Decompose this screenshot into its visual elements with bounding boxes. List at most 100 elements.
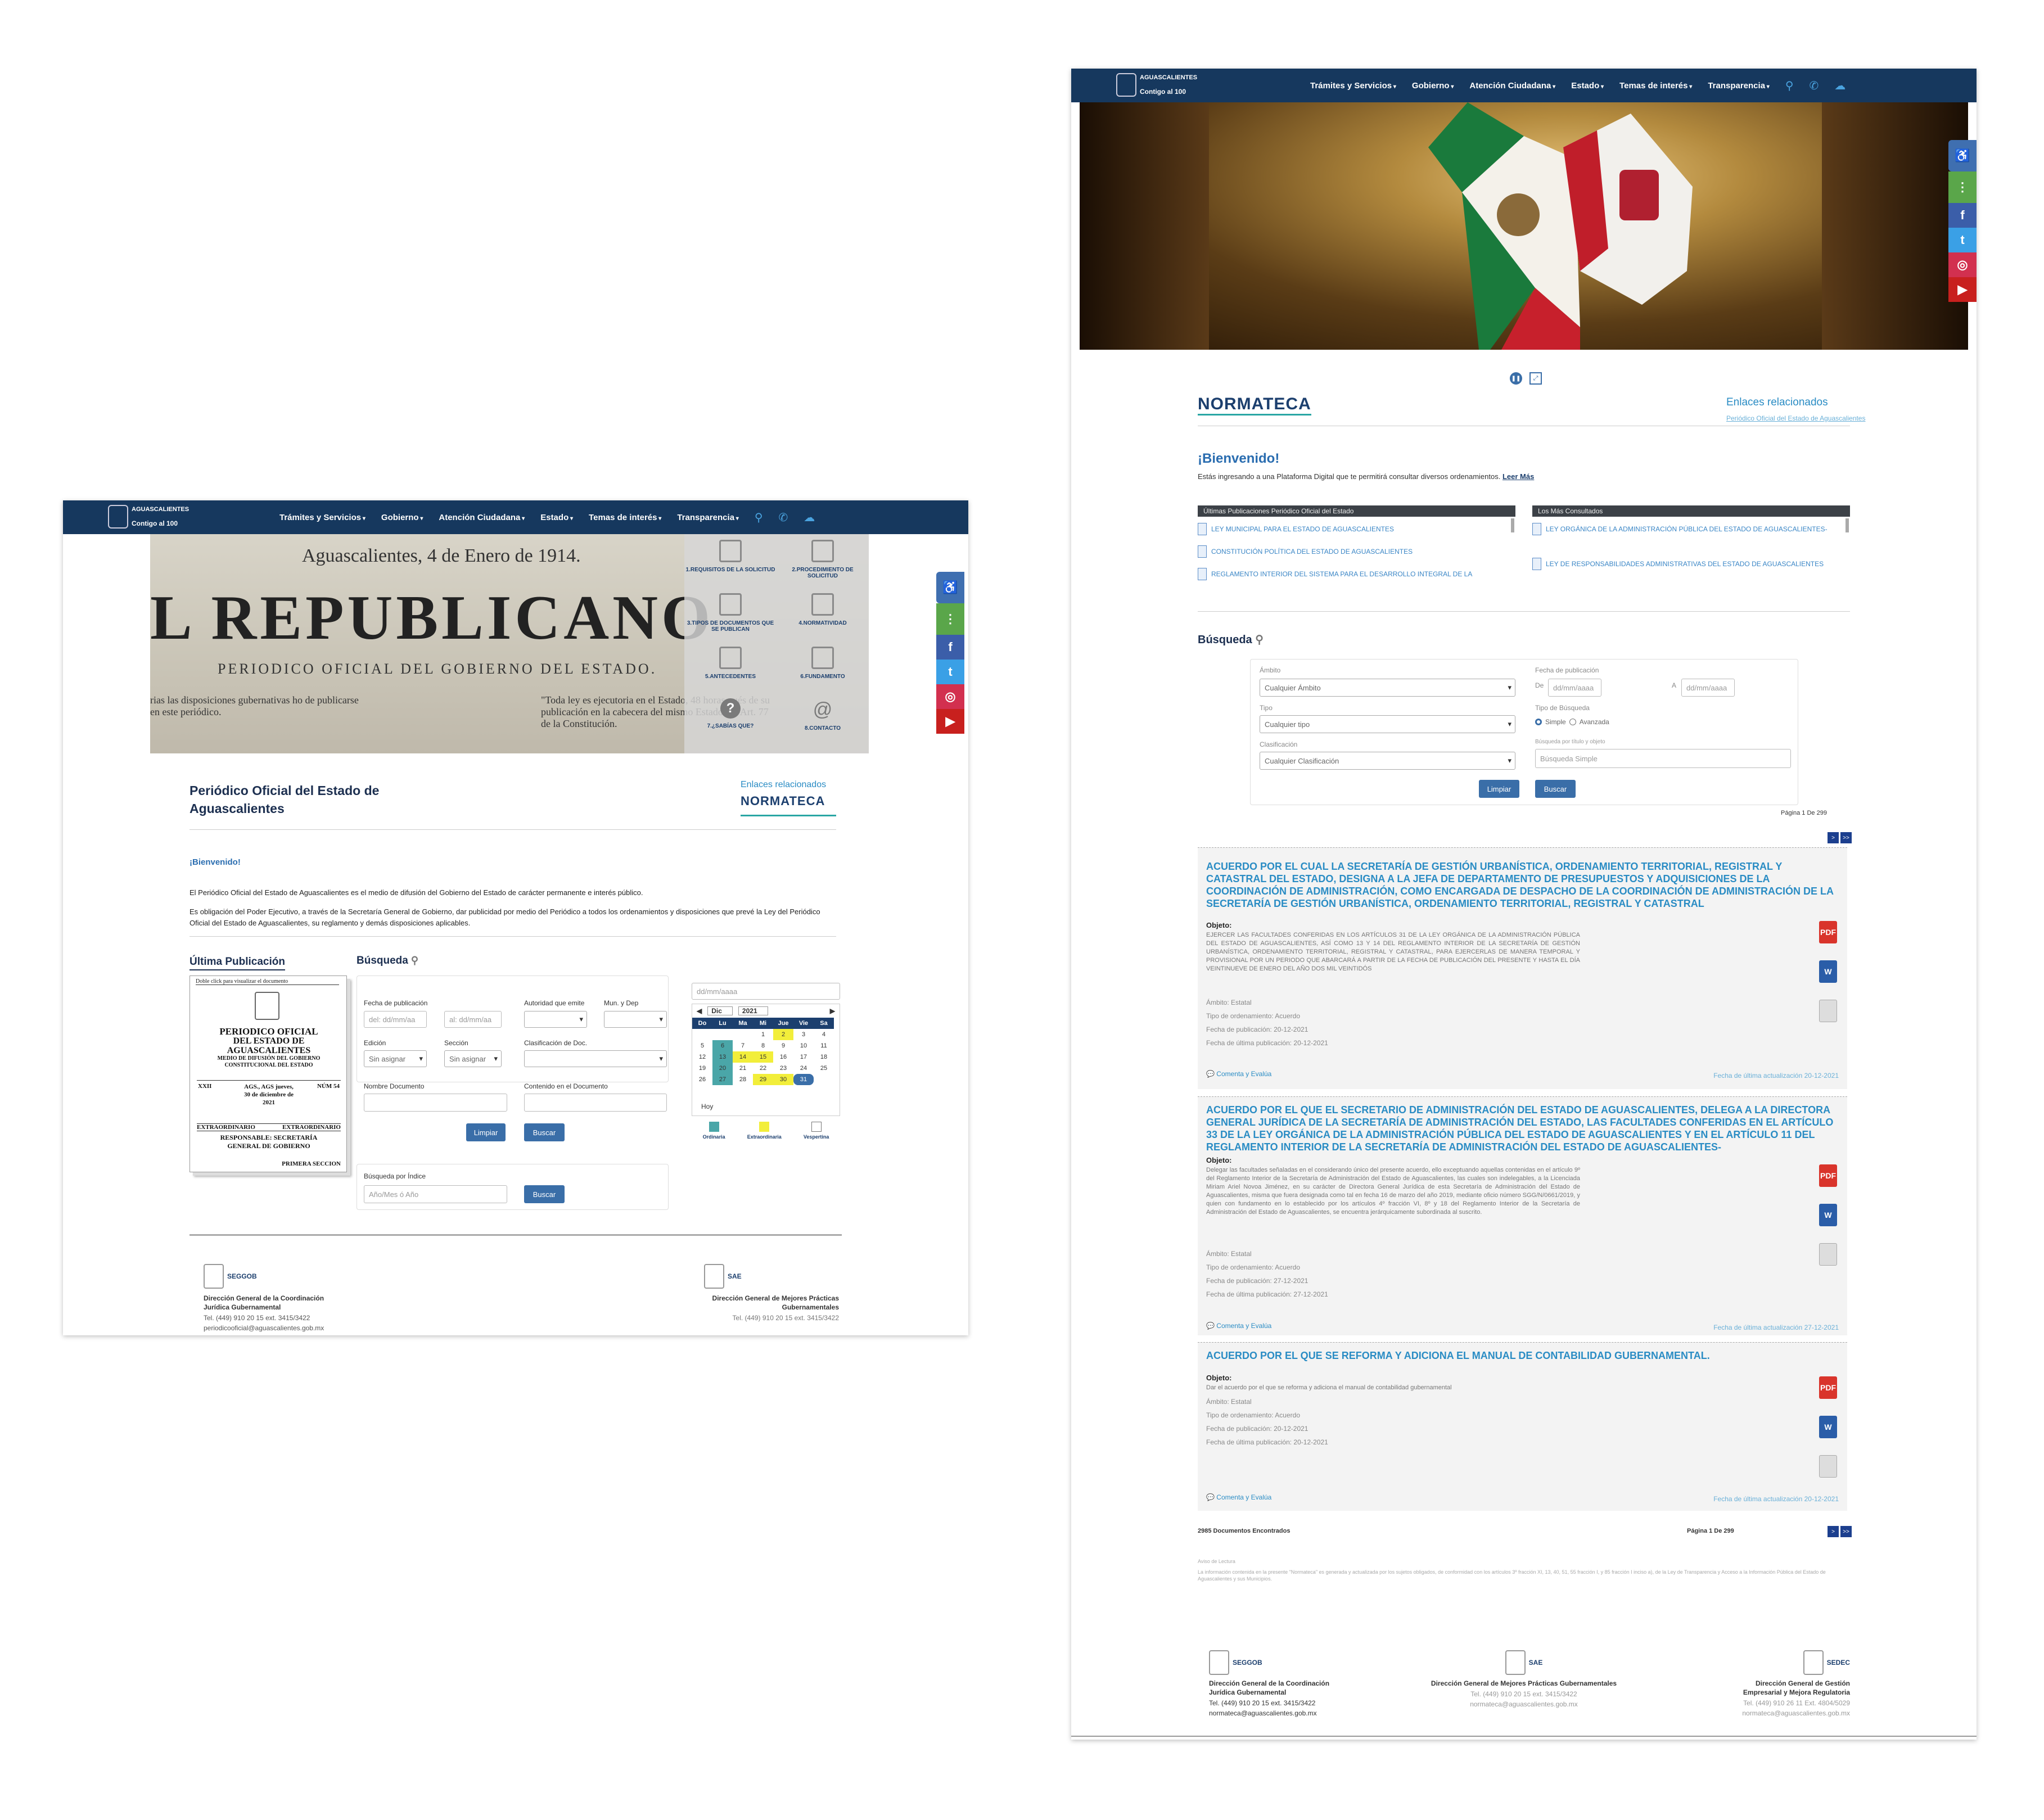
calendar-day[interactable]: 17 <box>793 1051 814 1063</box>
nav-temas[interactable]: Temas de interés <box>1619 81 1692 91</box>
last-page-icon[interactable]: >> <box>1840 1526 1852 1537</box>
calendar-day[interactable]: 26 <box>692 1074 712 1085</box>
normateca-link[interactable]: NORMATECA <box>741 794 836 816</box>
footer-mail[interactable]: normateca@aguascalientes.gob.mx <box>1723 1709 1850 1717</box>
tile-requisitos[interactable]: 1.REQUISITOS DE LA SOLICITUD <box>684 540 777 593</box>
clear-button[interactable]: Limpiar <box>1479 780 1519 798</box>
nav-tramites[interactable]: Trámites y Servicios <box>279 513 366 522</box>
calendar-day[interactable]: 18 <box>814 1051 834 1063</box>
radio-simple[interactable] <box>1535 719 1542 725</box>
chat-icon[interactable]: ☁ <box>1834 79 1846 93</box>
contenido-input[interactable] <box>524 1094 667 1112</box>
chat-icon[interactable]: ☁ <box>804 511 815 525</box>
more-options-icon[interactable]: ⋮ <box>1948 171 1977 203</box>
footer-mail[interactable]: normateca@aguascalientes.gob.mx <box>1209 1709 1344 1717</box>
calendar-date-input[interactable]: dd/mm/aaaa <box>692 983 840 1000</box>
nav-tramites[interactable]: Trámites y Servicios <box>1310 81 1396 91</box>
comment-link[interactable]: 💬 Comenta y Evalúa <box>1206 1322 1271 1330</box>
calendar-day[interactable]: 20 <box>712 1063 733 1074</box>
youtube-icon[interactable]: ▶ <box>936 709 964 734</box>
next-page-icon[interactable]: > <box>1828 832 1839 843</box>
tile-antecedentes[interactable]: 5.ANTECEDENTES <box>684 647 777 700</box>
youtube-icon[interactable]: ▶ <box>1948 277 1977 302</box>
calendar-day[interactable]: 9 <box>773 1040 793 1051</box>
date-from-input[interactable]: dd/mm/aaaa <box>1548 679 1601 697</box>
search-button[interactable]: Buscar <box>1535 780 1576 798</box>
next-page-icon[interactable]: > <box>1828 1526 1839 1537</box>
footer-mail[interactable]: normateca@aguascalientes.gob.mx <box>1420 1700 1628 1708</box>
footer-left-mail[interactable]: periodicooficial@aguascalientes.gob.mx <box>204 1324 350 1332</box>
radio-advanced[interactable] <box>1569 719 1576 725</box>
edicion-select[interactable]: Sin asignar <box>364 1050 427 1067</box>
text-document-icon[interactable] <box>1819 1000 1837 1022</box>
normateca-logo[interactable]: NORMATECA <box>1198 395 1311 416</box>
search-icon[interactable]: ⚲ <box>755 511 763 525</box>
calendar-day[interactable]: 11 <box>814 1040 834 1051</box>
word-download-icon[interactable]: W <box>1819 1416 1837 1438</box>
nav-transparencia[interactable]: Transparencia <box>677 513 739 522</box>
pdf-download-icon[interactable]: PDF <box>1819 921 1837 943</box>
result-title[interactable]: ACUERDO POR EL QUE SE REFORMA Y ADICIONA… <box>1206 1349 1836 1362</box>
tipo-select[interactable]: Cualquier tipo <box>1260 715 1515 733</box>
result-title[interactable]: ACUERDO POR EL CUAL LA SECRETARÍA DE GES… <box>1206 860 1836 910</box>
facebook-icon[interactable]: f <box>936 635 964 660</box>
date-from-input[interactable]: del: dd/mm/aa <box>364 1011 427 1028</box>
latest-item[interactable]: CONSTITUCIÓN POLÍTICA DEL ESTADO DE AGUA… <box>1198 545 1510 558</box>
search-icon[interactable]: ⚲ <box>1785 79 1794 93</box>
tile-procedimiento[interactable]: 2.PROCEDIMIENTO DE SOLICITUD <box>777 540 869 593</box>
calendar-day[interactable]: 22 <box>753 1063 773 1074</box>
twitter-icon[interactable]: t <box>1948 228 1977 252</box>
calendar-day[interactable]: 14 <box>733 1051 753 1063</box>
tile-normatividad[interactable]: 4.NORMATIVIDAD <box>777 593 869 647</box>
calendar-day[interactable]: 10 <box>793 1040 814 1051</box>
tile-fundamento[interactable]: 6.FUNDAMENTO <box>777 647 869 700</box>
latest-publication-cover[interactable]: Doble click para visualizar el documento… <box>189 976 347 1172</box>
calendar-day[interactable]: 23 <box>773 1063 793 1074</box>
nav-estado[interactable]: Estado <box>1571 81 1604 91</box>
pdf-download-icon[interactable]: PDF <box>1819 1164 1837 1187</box>
instagram-icon[interactable]: ◎ <box>936 684 964 709</box>
calendar-day[interactable]: 25 <box>814 1063 834 1074</box>
nombre-input[interactable] <box>364 1094 507 1112</box>
today-button[interactable]: Hoy <box>701 1103 713 1110</box>
nav-temas[interactable]: Temas de interés <box>589 513 661 522</box>
nav-estado[interactable]: Estado <box>540 513 573 522</box>
text-document-icon[interactable] <box>1819 1243 1837 1266</box>
nav-gobierno[interactable]: Gobierno <box>1412 81 1454 91</box>
phone-icon[interactable]: ✆ <box>779 511 788 525</box>
last-page-icon[interactable]: >> <box>1840 832 1852 843</box>
nav-transparencia[interactable]: Transparencia <box>1708 81 1770 91</box>
nav-atencion[interactable]: Atención Ciudadana <box>1469 81 1555 91</box>
consulted-item[interactable]: LEY DE RESPONSABILIDADES ADMINISTRATIVAS… <box>1532 558 1839 570</box>
scrollbar[interactable] <box>1846 518 1849 532</box>
autoridad-select[interactable] <box>524 1011 587 1028</box>
calendar-day[interactable]: 7 <box>733 1040 753 1051</box>
calendar-day[interactable]: 30 <box>773 1074 793 1085</box>
indice-search-button[interactable]: Buscar <box>524 1185 565 1203</box>
calendar-day[interactable]: 19 <box>692 1063 712 1074</box>
pdf-download-icon[interactable]: PDF <box>1819 1376 1837 1399</box>
aguascalientes-logo[interactable]: AGUASCALIENTES Contigo al 100 <box>108 504 192 531</box>
facebook-icon[interactable]: f <box>1948 203 1977 228</box>
nav-atencion[interactable]: Atención Ciudadana <box>439 513 525 522</box>
indice-input[interactable]: Año/Mes ó Año <box>364 1185 507 1203</box>
phone-icon[interactable]: ✆ <box>1810 79 1819 93</box>
clasif-select[interactable]: Cualquier Clasificación <box>1260 752 1515 770</box>
read-more-link[interactable]: Leer Más <box>1502 472 1534 481</box>
tile-tipos[interactable]: 3.TIPOS DE DOCUMENTOS QUE SE PUBLICAN <box>684 593 777 647</box>
calendar-day[interactable]: 15 <box>753 1051 773 1063</box>
word-download-icon[interactable]: W <box>1819 1204 1837 1226</box>
calendar-day[interactable]: 6 <box>712 1040 733 1051</box>
year-select[interactable]: 2021 <box>738 1006 768 1015</box>
word-download-icon[interactable]: W <box>1819 960 1837 983</box>
calendar-day[interactable]: 29 <box>753 1074 773 1085</box>
calendar-day[interactable]: 5 <box>692 1040 712 1051</box>
accessibility-icon[interactable]: ♿ <box>1948 140 1977 171</box>
twitter-icon[interactable]: t <box>936 660 964 684</box>
clear-button[interactable]: Limpiar <box>466 1123 506 1141</box>
calendar-day[interactable]: 24 <box>793 1063 814 1074</box>
calendar-day[interactable]: 13 <box>712 1051 733 1063</box>
prev-month-icon[interactable]: ◀ <box>697 1007 702 1015</box>
comment-link[interactable]: 💬 Comenta y Evalúa <box>1206 1493 1271 1501</box>
date-to-input[interactable]: dd/mm/aaaa <box>1681 679 1735 697</box>
